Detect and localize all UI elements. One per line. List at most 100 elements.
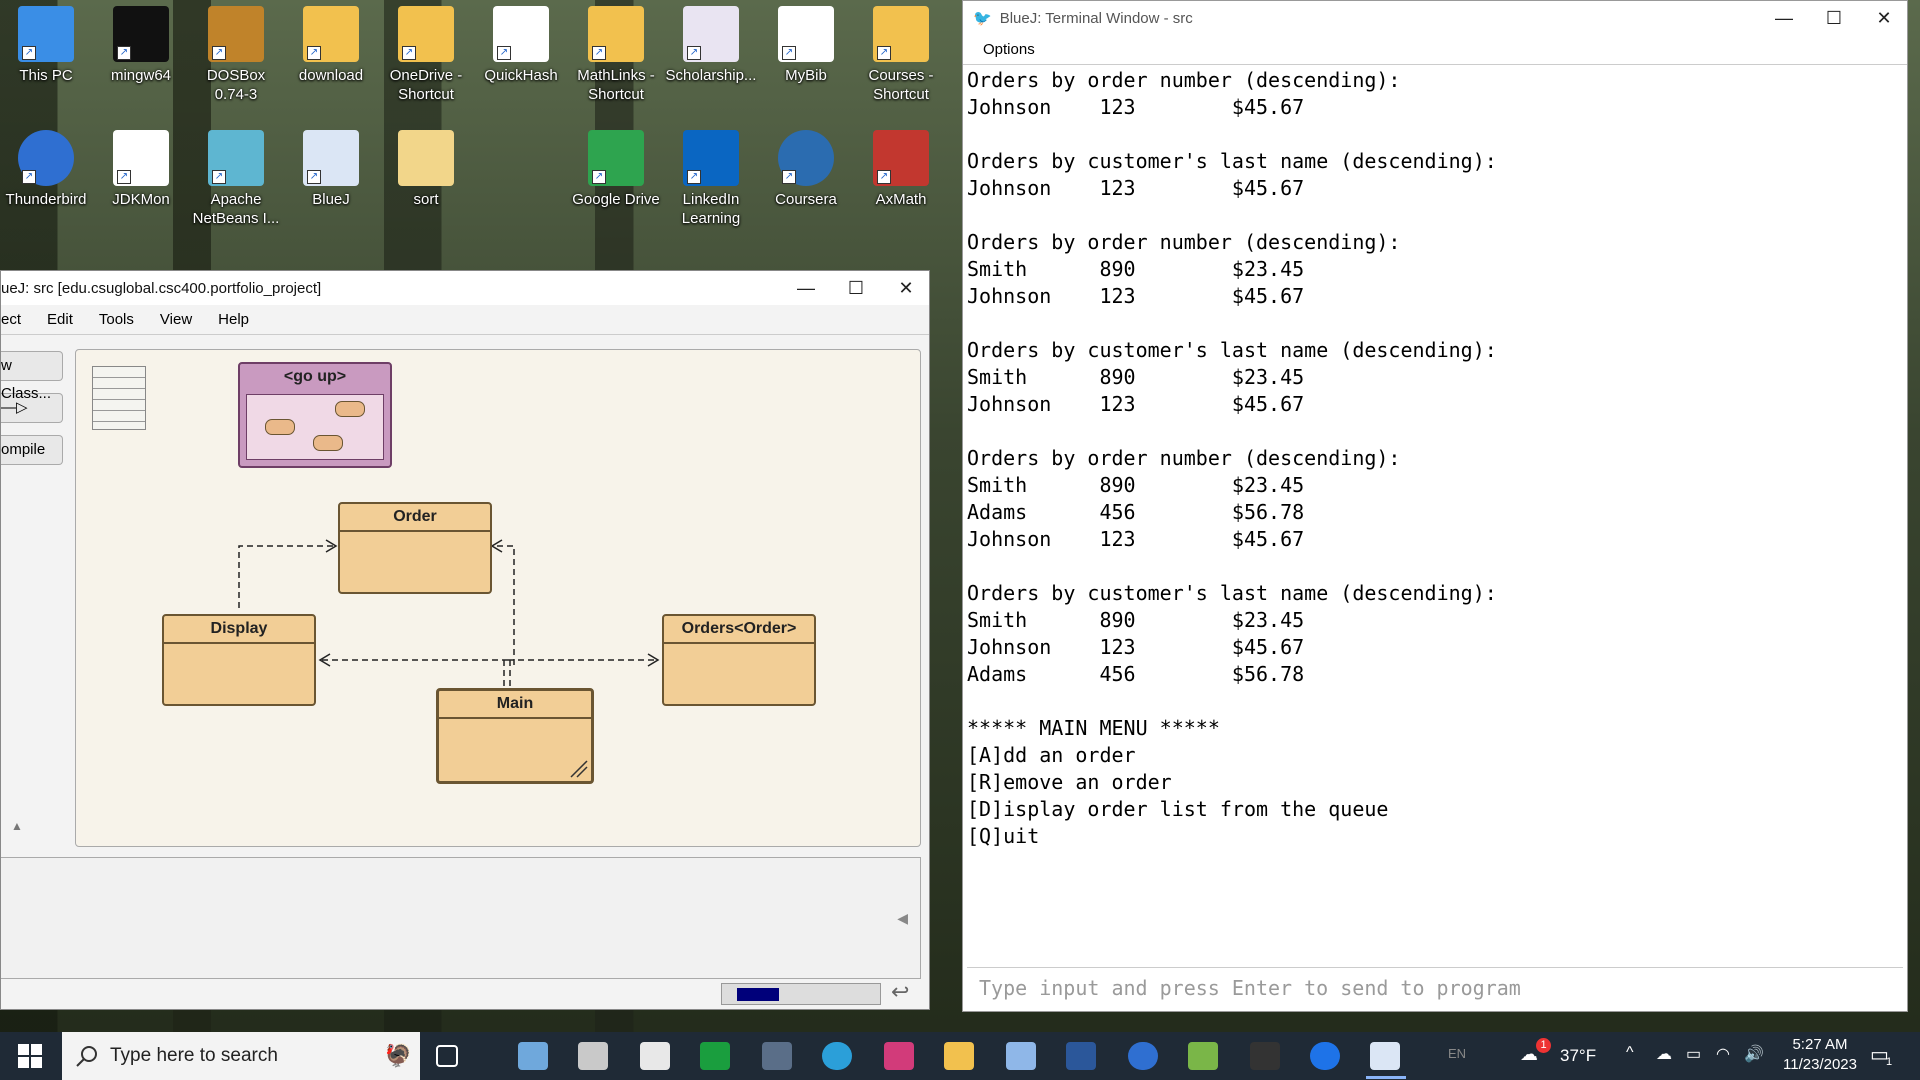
- task-view-icon[interactable]: [436, 1045, 458, 1067]
- desktop-icon-scholarship[interactable]: ↗ Scholarship...: [665, 6, 757, 85]
- bluej-titlebar[interactable]: ueJ: src [edu.csuglobal.csc400.portfolio…: [1, 271, 929, 305]
- chevron-up-icon[interactable]: ^: [1626, 1044, 1634, 1062]
- class-main-name: Main: [439, 691, 591, 719]
- battery-icon[interactable]: ▭: [1686, 1044, 1701, 1064]
- bookmark-icon: ↗: [778, 6, 834, 62]
- desktop-icon-dosbox[interactable]: ↗ DOSBox 0.74-3: [190, 6, 282, 104]
- thanksgiving-turkey-icon: 🦃: [384, 1043, 412, 1068]
- computer-icon: ↗: [18, 6, 74, 62]
- desktop-icon-this-pc[interactable]: ↗ This PC: [0, 6, 92, 85]
- terminal-input-field[interactable]: Type input and press Enter to send to pr…: [967, 967, 1903, 1007]
- magnifier-hash-icon: ↗: [493, 6, 549, 62]
- bluej-project-window: ueJ: src [edu.csuglobal.csc400.portfolio…: [0, 270, 930, 1010]
- maximize-button[interactable]: ☐: [1809, 1, 1859, 35]
- menu-view[interactable]: View: [160, 311, 192, 328]
- folder-icon: ↗: [398, 6, 454, 62]
- taskbar-app-terminal-icon[interactable]: [1250, 1042, 1280, 1070]
- taskbar-app-explorer-icon[interactable]: [518, 1042, 548, 1070]
- clock-time[interactable]: 5:27 AM: [1780, 1036, 1860, 1053]
- desktop-icon-quickhash[interactable]: ↗ QuickHash: [475, 6, 567, 85]
- taskbar-app-file-explorer-icon[interactable]: [944, 1042, 974, 1070]
- desktop-icon-mathlinks[interactable]: ↗ MathLinks - Shortcut: [570, 6, 662, 104]
- menu-tools[interactable]: Tools: [99, 311, 134, 328]
- menu-project[interactable]: ect: [1, 311, 21, 328]
- desktop-icon-coursera[interactable]: ↗ Coursera: [760, 130, 852, 209]
- netbeans-cube-icon: ↗: [208, 130, 264, 186]
- window-title: ueJ: src [edu.csuglobal.csc400.portfolio…: [1, 279, 322, 297]
- taskbar-app-jdkmon-icon[interactable]: [640, 1042, 670, 1070]
- taskbar-app-intellij-icon[interactable]: [884, 1042, 914, 1070]
- desktop-icon-google-drive[interactable]: ↗ Google Drive: [570, 130, 662, 209]
- menu-edit[interactable]: Edit: [47, 311, 73, 328]
- desktop-icon-jdkmon[interactable]: ↗ JDKMon: [95, 130, 187, 209]
- class-order[interactable]: Order: [338, 502, 492, 594]
- taskbar-app-edge-icon[interactable]: [822, 1042, 852, 1070]
- desktop-icon-mingw64[interactable]: ↗ mingw64: [95, 6, 187, 85]
- taskbar-app-greenfoot-icon[interactable]: [1188, 1042, 1218, 1070]
- weather-alert-badge: 1: [1536, 1038, 1551, 1053]
- desktop-icon-onedrive[interactable]: ↗ OneDrive - Shortcut: [380, 6, 472, 104]
- minimize-button[interactable]: —: [1759, 1, 1809, 35]
- scroll-left-icon[interactable]: ◀: [897, 910, 908, 927]
- pdf-file-icon: ↗: [588, 6, 644, 62]
- menu-help[interactable]: Help: [218, 311, 249, 328]
- search-placeholder: Type here to search: [110, 1045, 278, 1066]
- collapse-arrow-icon[interactable]: ▲: [11, 819, 23, 833]
- maximize-button[interactable]: ☐: [831, 271, 881, 305]
- main-to-order-arrow: [494, 545, 515, 665]
- play-icon: ↗: [683, 130, 739, 186]
- volume-icon[interactable]: 🔊: [1744, 1044, 1764, 1064]
- readme-note-icon[interactable]: [92, 366, 146, 430]
- taskbar-app-thunderbird-icon[interactable]: [1128, 1042, 1158, 1070]
- taskbar-app-bluej-icon[interactable]: [1370, 1042, 1400, 1070]
- desktop-icon-linkedin-learning[interactable]: ↗ LinkedIn Learning: [665, 130, 757, 228]
- class-main[interactable]: Main: [436, 688, 594, 784]
- thunderbird-icon: ↗: [18, 130, 74, 186]
- taskbar-app-photos-icon[interactable]: [578, 1042, 608, 1070]
- reset-vm-icon[interactable]: ↩: [891, 979, 909, 1005]
- bluej-toolbar: w Class... —▷ ompile: [1, 351, 65, 477]
- taskbar-app-spreadsheet-icon[interactable]: [700, 1042, 730, 1070]
- desktop-icon-courses[interactable]: ↗ Courses - Shortcut: [855, 6, 947, 104]
- terminal-titlebar[interactable]: 🐦 BlueJ: Terminal Window - src — ☐ ✕: [963, 1, 1907, 35]
- desktop-icon-netbeans[interactable]: ↗ Apache NetBeans I...: [190, 130, 282, 228]
- close-button[interactable]: ✕: [881, 271, 931, 305]
- close-button[interactable]: ✕: [1859, 1, 1909, 35]
- class-display[interactable]: Display: [162, 614, 316, 706]
- class-orders[interactable]: Orders<Order>: [662, 614, 816, 706]
- taskbar-app-snip-icon[interactable]: [1006, 1042, 1036, 1070]
- axmath-icon: ↗: [873, 130, 929, 186]
- go-up-package[interactable]: <go up>: [238, 362, 392, 468]
- taskbar-app-firefox-icon[interactable]: [1310, 1042, 1340, 1070]
- clock-date[interactable]: 11/23/2023: [1772, 1056, 1868, 1073]
- desktop-icon-thunderbird[interactable]: ↗ Thunderbird: [0, 130, 92, 209]
- taskbar-search-box[interactable]: Type here to search 🦃: [62, 1032, 420, 1080]
- windows-start-icon[interactable]: [18, 1044, 42, 1068]
- desktop-icon-bluej[interactable]: ↗ BlueJ: [285, 130, 377, 209]
- desktop-icon-axmath[interactable]: ↗ AxMath: [855, 130, 947, 209]
- active-app-indicator: [1366, 1076, 1406, 1079]
- resize-handle-icon[interactable]: [569, 759, 589, 779]
- wifi-icon[interactable]: ◠: [1716, 1044, 1730, 1064]
- onedrive-icon[interactable]: ☁: [1656, 1044, 1672, 1064]
- desktop-icon-download[interactable]: ↗ download: [285, 6, 377, 85]
- menu-options[interactable]: Options: [983, 41, 1035, 58]
- compile-button[interactable]: ompile: [1, 435, 63, 465]
- minimize-button[interactable]: —: [781, 271, 831, 305]
- weather-temperature[interactable]: 37°F: [1560, 1046, 1596, 1066]
- desktop-icon-sort[interactable]: sort: [380, 130, 472, 209]
- object-bench[interactable]: ◀: [1, 857, 921, 979]
- terminal-title: BlueJ: Terminal Window - src: [999, 9, 1193, 27]
- bluej-terminal-window: 🐦 BlueJ: Terminal Window - src — ☐ ✕ Opt…: [962, 0, 1908, 1012]
- terminal-output[interactable]: Orders by order number (descending): Joh…: [967, 67, 1903, 965]
- class-order-name: Order: [340, 504, 490, 532]
- taskbar-app-calculator-icon[interactable]: [762, 1042, 792, 1070]
- taskbar-app-word-icon[interactable]: [1066, 1042, 1096, 1070]
- class-diagram-canvas[interactable]: <go up> Order Display Orders<Order> Main: [75, 349, 921, 847]
- bluej-bird-icon: 🐦: [973, 10, 992, 27]
- terminal-icon: ↗: [113, 6, 169, 62]
- new-class-button[interactable]: w Class...: [1, 351, 63, 402]
- dosbox-icon: ↗: [208, 6, 264, 62]
- input-language[interactable]: EN: [1448, 1046, 1466, 1061]
- desktop-icon-mybib[interactable]: ↗ MyBib: [760, 6, 852, 85]
